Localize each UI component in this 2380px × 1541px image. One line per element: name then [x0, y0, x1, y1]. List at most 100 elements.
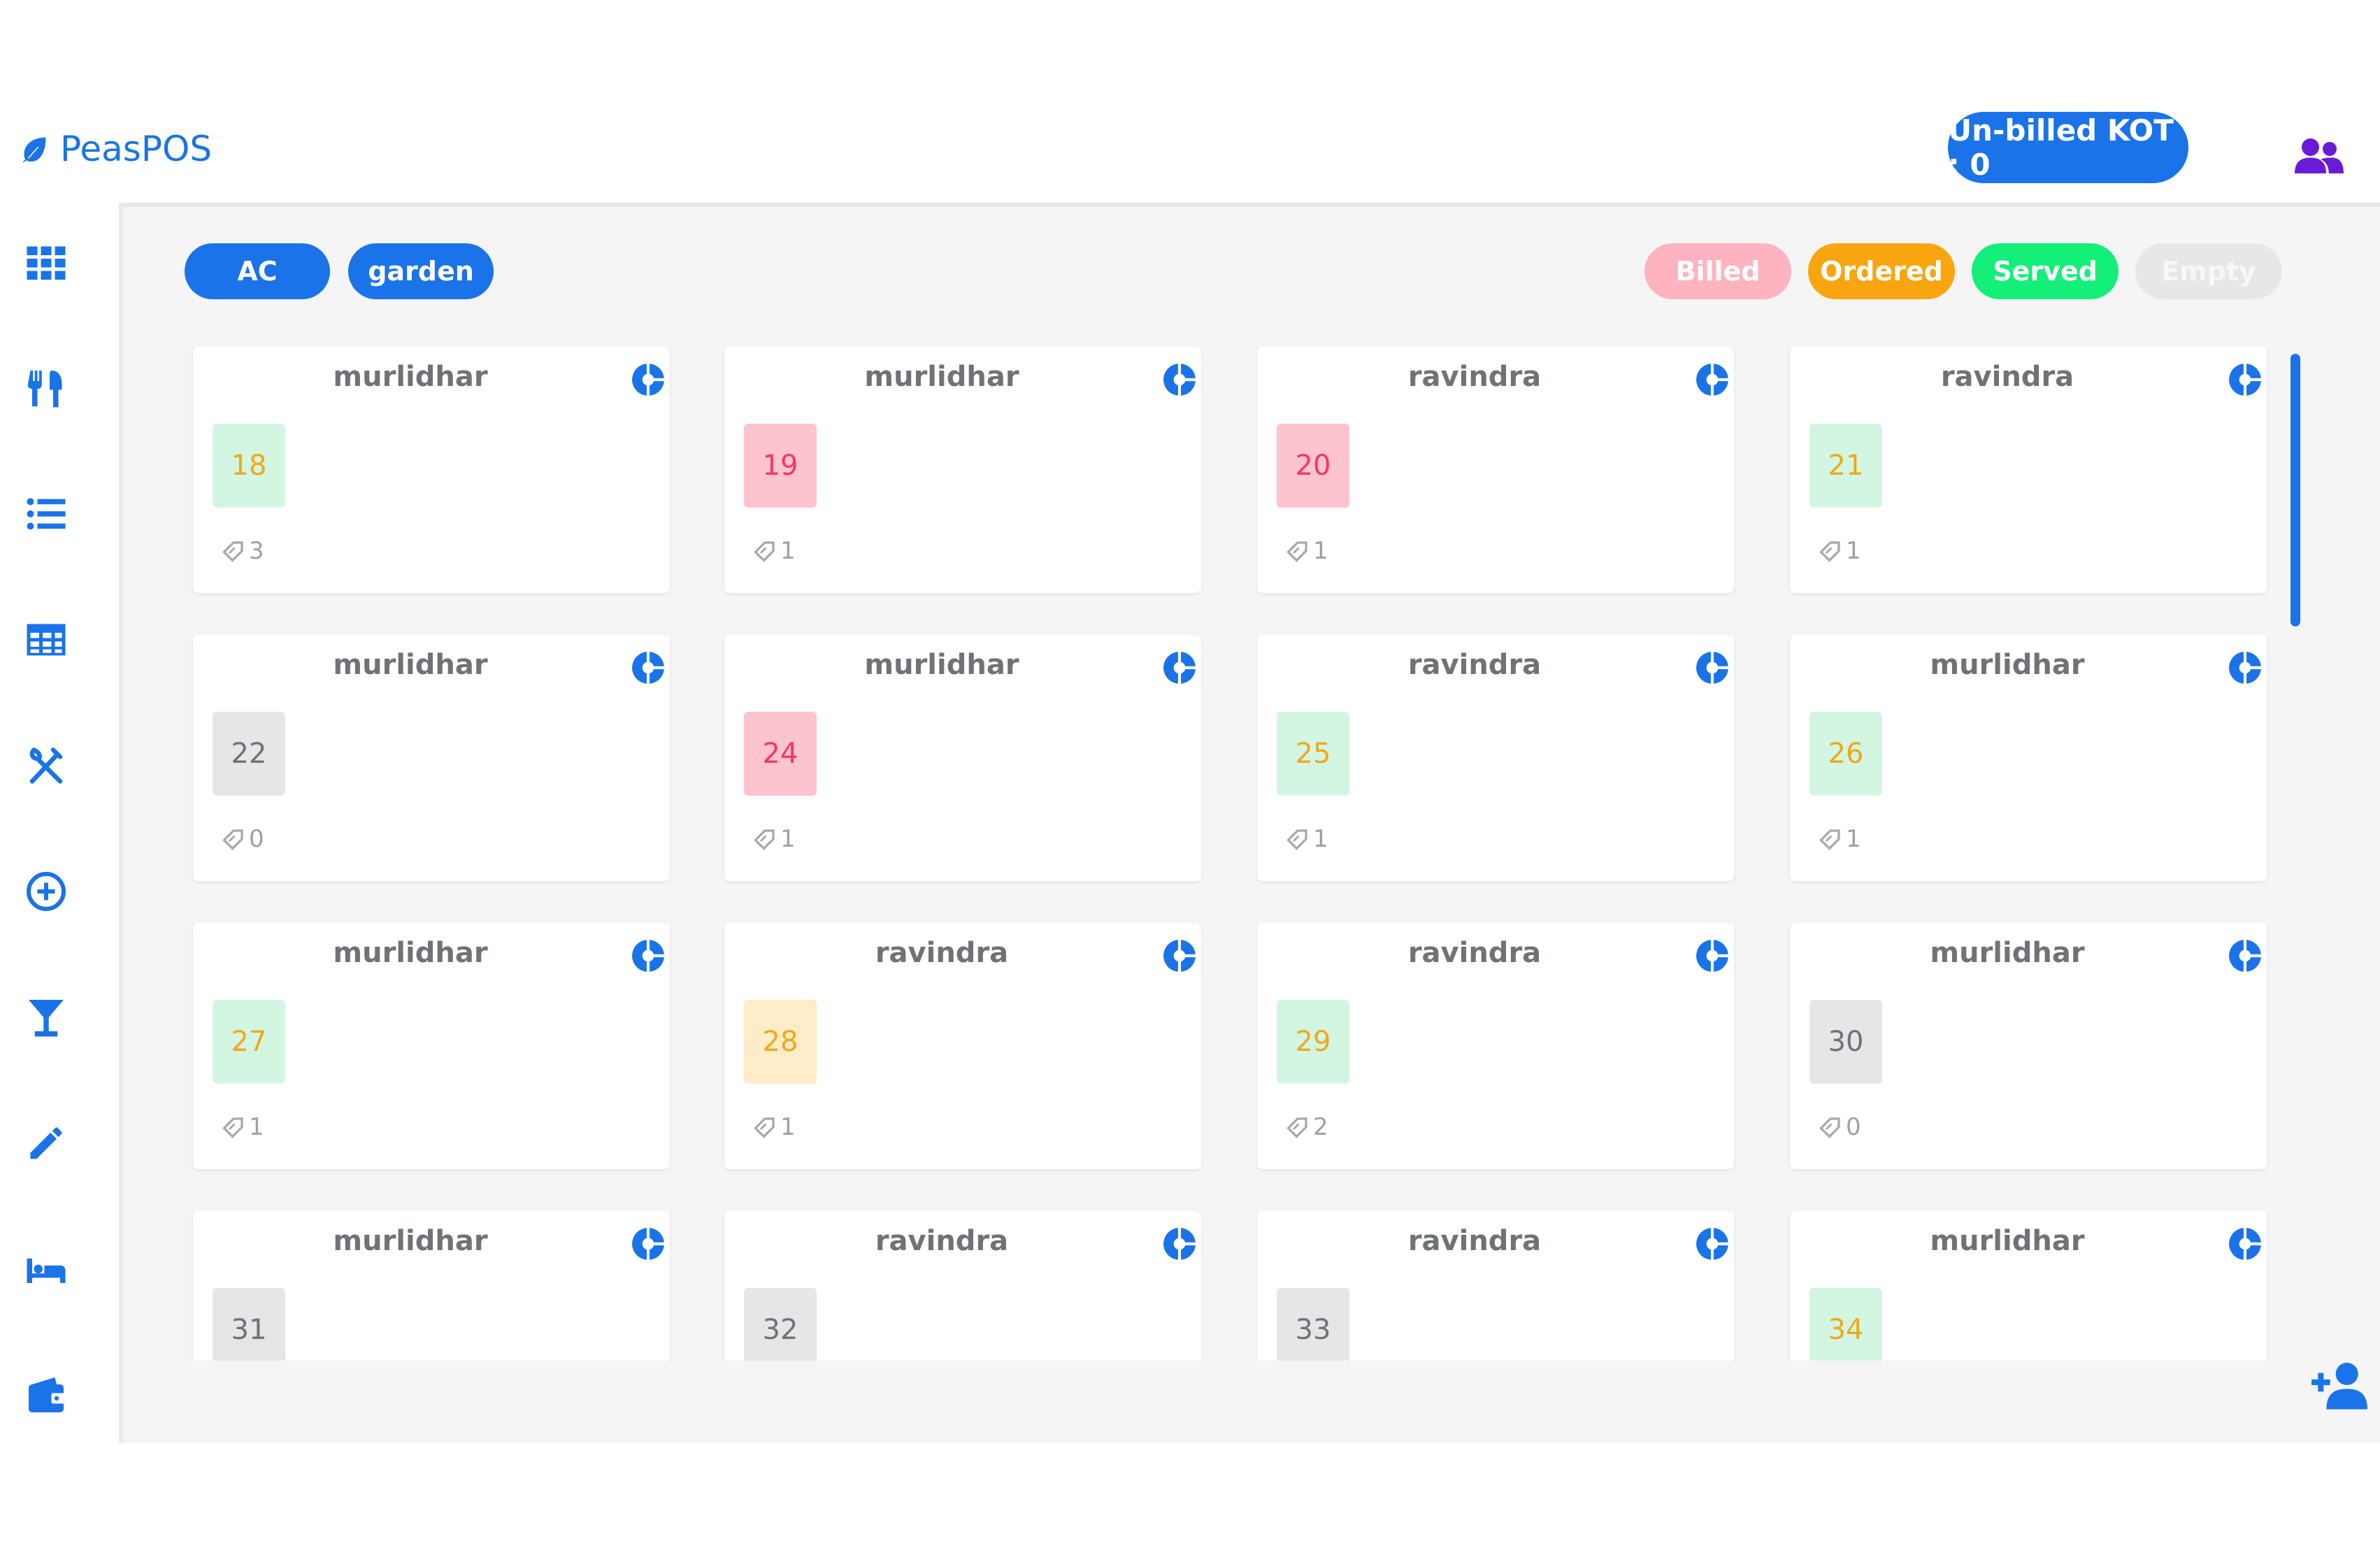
pie-chart-icon[interactable]	[1162, 650, 1197, 685]
table-number: 22	[213, 712, 285, 796]
waiter-name: ravindra	[1407, 649, 1542, 681]
utensils-icon[interactable]	[25, 367, 67, 409]
plus-circle-icon[interactable]	[25, 870, 67, 912]
ticket-icon	[222, 829, 243, 850]
wallet-icon[interactable]	[25, 1374, 67, 1416]
pie-chart-icon[interactable]	[1162, 362, 1197, 397]
add-user-icon[interactable]	[2311, 1361, 2367, 1410]
ticket-icon	[222, 1117, 243, 1138]
table-card[interactable]: ravindra 20 1	[1257, 347, 1734, 593]
pie-chart-icon[interactable]	[631, 362, 666, 397]
pie-chart-icon[interactable]	[1162, 938, 1197, 973]
pie-chart-icon[interactable]	[1695, 650, 1730, 685]
legend-ordered[interactable]: Ordered	[1808, 243, 1955, 299]
table-number: 25	[1277, 712, 1349, 796]
ticket-icon	[1819, 829, 1840, 850]
kot-count: 3	[221, 536, 264, 566]
pie-chart-icon[interactable]	[1695, 362, 1730, 397]
kot-count-value: 1	[1846, 825, 1861, 853]
pie-chart-icon[interactable]	[2228, 362, 2263, 397]
table-icon[interactable]	[25, 619, 67, 661]
table-card[interactable]: ravindra 28 1	[724, 923, 1201, 1169]
table-grid: murlidhar 18 3 murlidhar 19 1 ravindra 20 1 ravin…	[123, 347, 2291, 1361]
table-number: 24	[744, 712, 817, 796]
table-card[interactable]: murlidhar 26 1	[1790, 635, 2267, 881]
grid-icon[interactable]	[25, 241, 67, 283]
kot-count-value: 1	[780, 537, 796, 565]
table-card[interactable]: murlidhar 34	[1790, 1211, 2267, 1361]
table-card[interactable]: murlidhar 27 1	[193, 923, 670, 1169]
table-card[interactable]: murlidhar 30 0	[1790, 923, 2267, 1169]
pie-chart-icon[interactable]	[2228, 938, 2263, 973]
kot-count-value: 1	[1313, 537, 1328, 565]
main-panel: AC garden Billed Ordered Served Empty mu…	[119, 203, 2380, 1443]
waiter-name: ravindra	[1407, 361, 1542, 393]
table-card[interactable]: murlidhar 22 0	[193, 635, 670, 881]
table-number: 20	[1277, 424, 1349, 508]
list-icon[interactable]	[25, 493, 67, 535]
kot-count-value: 1	[249, 1113, 264, 1141]
waiter-name: murlidhar	[333, 937, 488, 969]
pie-chart-icon[interactable]	[631, 1226, 666, 1261]
table-card[interactable]: murlidhar 31	[193, 1211, 670, 1361]
waiter-name: murlidhar	[1930, 1225, 2085, 1257]
table-number: 18	[213, 424, 285, 508]
fork-knife-crossed-icon[interactable]	[25, 745, 67, 787]
table-number: 19	[744, 424, 817, 508]
kot-count: 1	[1285, 824, 1328, 854]
kot-count: 1	[752, 536, 796, 566]
table-number: 31	[213, 1288, 285, 1361]
table-number: 30	[1809, 1000, 1882, 1084]
table-card[interactable]: ravindra 25 1	[1257, 635, 1734, 881]
waiter-name: ravindra	[875, 937, 1009, 969]
section-garden-button[interactable]: garden	[348, 243, 494, 299]
table-number: 27	[213, 1000, 285, 1084]
table-card[interactable]: murlidhar 19 1	[724, 347, 1201, 593]
waiter-name: ravindra	[1407, 1225, 1542, 1257]
kot-count-value: 1	[780, 825, 796, 853]
users-icon[interactable]	[2295, 135, 2344, 177]
waiter-name: murlidhar	[1930, 649, 2085, 681]
legend-empty[interactable]: Empty	[2135, 243, 2282, 299]
legend-served[interactable]: Served	[1972, 243, 2119, 299]
app-logo[interactable]: PeasPOS	[18, 124, 212, 173]
waiter-name: murlidhar	[333, 1225, 488, 1257]
table-card[interactable]: murlidhar 24 1	[724, 635, 1201, 881]
kot-count-value: 0	[1846, 1113, 1861, 1141]
ticket-icon	[754, 541, 775, 562]
pie-chart-icon[interactable]	[2228, 650, 2263, 685]
pencil-icon[interactable]	[25, 1122, 67, 1164]
legend-billed[interactable]: Billed	[1644, 243, 1791, 299]
sidebar	[0, 203, 119, 1443]
table-number: 21	[1809, 424, 1882, 508]
table-card[interactable]: ravindra 33	[1257, 1211, 1734, 1361]
ticket-icon	[1819, 1117, 1840, 1138]
bed-icon[interactable]	[25, 1248, 67, 1290]
ticket-icon	[222, 541, 243, 562]
table-number: 33	[1277, 1288, 1349, 1361]
kot-count: 0	[1818, 1112, 1861, 1142]
kot-count: 1	[1818, 536, 1861, 566]
pie-chart-icon[interactable]	[1162, 1226, 1197, 1261]
ticket-icon	[1286, 829, 1307, 850]
scrollbar[interactable]	[2291, 354, 2300, 626]
waiter-name: ravindra	[1940, 361, 2074, 393]
table-card[interactable]: ravindra 29 2	[1257, 923, 1734, 1169]
section-ac-button[interactable]: AC	[185, 243, 330, 299]
table-card[interactable]: ravindra 32	[724, 1211, 1201, 1361]
table-card[interactable]: murlidhar 18 3	[193, 347, 670, 593]
waiter-name: ravindra	[1407, 937, 1542, 969]
pie-chart-icon[interactable]	[1695, 938, 1730, 973]
pie-chart-icon[interactable]	[631, 938, 666, 973]
pie-chart-icon[interactable]	[631, 650, 666, 685]
kot-count: 1	[1818, 824, 1861, 854]
kot-count: 1	[752, 824, 796, 854]
table-number: 32	[744, 1288, 817, 1361]
unbilled-kot-button[interactable]: Un-billed KOT : 0	[1948, 112, 2188, 183]
table-card[interactable]: ravindra 21 1	[1790, 347, 2267, 593]
waiter-name: murlidhar	[864, 361, 1019, 393]
pie-chart-icon[interactable]	[1695, 1226, 1730, 1261]
pie-chart-icon[interactable]	[2228, 1226, 2263, 1261]
app-name: PeasPOS	[60, 129, 213, 169]
cocktail-icon[interactable]	[25, 996, 67, 1038]
